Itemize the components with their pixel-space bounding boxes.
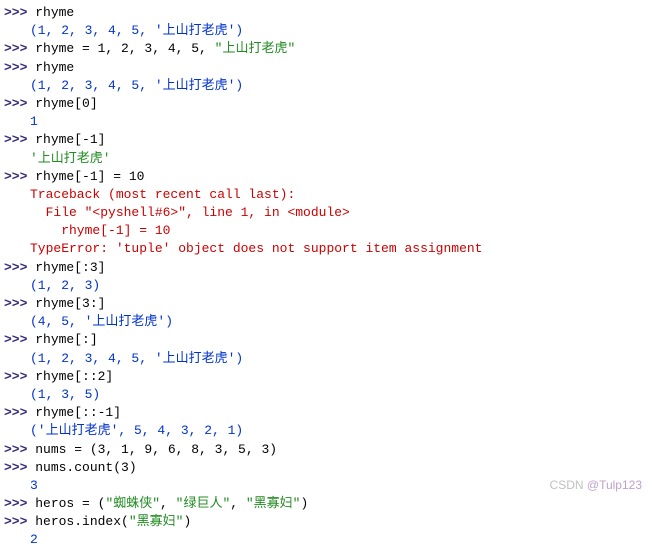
console-line: >>> rhyme[:3]	[0, 259, 652, 277]
code-input: rhyme[::-1]	[35, 405, 121, 420]
console-line: >>> rhyme	[0, 4, 652, 22]
prompt: >>>	[4, 332, 35, 347]
code-input: rhyme[:]	[35, 332, 97, 347]
string-literal: "蜘蛛侠"	[105, 496, 160, 511]
code-input: rhyme[::2]	[35, 369, 113, 384]
console-line: >>> rhyme[:]	[0, 331, 652, 349]
prompt: >>>	[4, 460, 35, 475]
code-input: nums = (3, 1, 9, 6, 8, 3, 5, 3)	[35, 442, 277, 457]
code-input: rhyme[0]	[35, 96, 97, 111]
prompt: >>>	[4, 96, 35, 111]
code-input: ,	[230, 496, 246, 511]
code-input: heros.index(	[35, 514, 129, 529]
string-literal: "绿巨人"	[176, 496, 231, 511]
code-input: )	[300, 496, 308, 511]
console-line: >>> rhyme = 1, 2, 3, 4, 5, "上山打老虎"	[0, 40, 652, 58]
console-line: >>> rhyme[::-1]	[0, 404, 652, 422]
prompt: >>>	[4, 132, 35, 147]
prompt: >>>	[4, 496, 35, 511]
string-literal: "黑寡妇"	[129, 514, 184, 529]
code-input: )	[183, 514, 191, 529]
code-input: rhyme[-1]	[35, 132, 105, 147]
console-line: >>> rhyme[-1]	[0, 131, 652, 149]
prompt: >>>	[4, 41, 35, 56]
output-value: 1	[0, 113, 652, 131]
output-value: (4, 5, '上山打老虎')	[0, 313, 652, 331]
code-input: rhyme	[35, 5, 74, 20]
output-value: (1, 2, 3, 4, 5, '上山打老虎')	[0, 22, 652, 40]
output-value: 2	[0, 531, 652, 549]
code-input: heros = (	[35, 496, 105, 511]
error-line: Traceback (most recent call last):	[0, 186, 652, 204]
code-input: rhyme[:3]	[35, 260, 105, 275]
console-line: >>> heros.index("黑寡妇")	[0, 513, 652, 531]
code-input: rhyme[-1] = 10	[35, 169, 144, 184]
prompt: >>>	[4, 60, 35, 75]
prompt: >>>	[4, 514, 35, 529]
prompt: >>>	[4, 5, 35, 20]
code-input: rhyme	[35, 60, 74, 75]
output-value: (1, 2, 3)	[0, 277, 652, 295]
code-input: rhyme = 1, 2, 3, 4, 5,	[35, 41, 214, 56]
console-line: >>> rhyme[-1] = 10	[0, 168, 652, 186]
python-console[interactable]: >>> rhyme(1, 2, 3, 4, 5, '上山打老虎')>>> rhy…	[0, 4, 652, 550]
prompt: >>>	[4, 260, 35, 275]
console-line: >>> rhyme[::2]	[0, 368, 652, 386]
console-line: >>> nums = (3, 1, 9, 6, 8, 3, 5, 3)	[0, 441, 652, 459]
watermark-site: CSDN	[550, 478, 587, 492]
output-value: (1, 2, 3, 4, 5, '上山打老虎')	[0, 77, 652, 95]
console-line: >>> rhyme[3:]	[0, 295, 652, 313]
output-value: (1, 2, 3, 4, 5, '上山打老虎')	[0, 350, 652, 368]
prompt: >>>	[4, 169, 35, 184]
string-literal: "上山打老虎"	[215, 41, 296, 56]
watermark-user: @Tulp123	[587, 478, 642, 492]
prompt: >>>	[4, 442, 35, 457]
code-input: ,	[160, 496, 176, 511]
string-literal: "黑寡妇"	[246, 496, 301, 511]
watermark: CSDN @Tulp123	[550, 477, 642, 494]
prompt: >>>	[4, 369, 35, 384]
output-string: '上山打老虎'	[0, 150, 652, 168]
console-line: >>> heros = ("蜘蛛侠", "绿巨人", "黑寡妇")	[0, 495, 652, 513]
output-value: (1, 3, 5)	[0, 386, 652, 404]
error-line: rhyme[-1] = 10	[0, 222, 652, 240]
code-input: rhyme[3:]	[35, 296, 105, 311]
console-line: >>> nums.count(3)	[0, 459, 652, 477]
prompt: >>>	[4, 405, 35, 420]
prompt: >>>	[4, 296, 35, 311]
code-input: nums.count(3)	[35, 460, 136, 475]
error-line: TypeError: 'tuple' object does not suppo…	[0, 240, 652, 258]
console-line: >>> rhyme[0]	[0, 95, 652, 113]
output-value: ('上山打老虎', 5, 4, 3, 2, 1)	[0, 422, 652, 440]
error-line: File "<pyshell#6>", line 1, in <module>	[0, 204, 652, 222]
console-line: >>> rhyme	[0, 59, 652, 77]
